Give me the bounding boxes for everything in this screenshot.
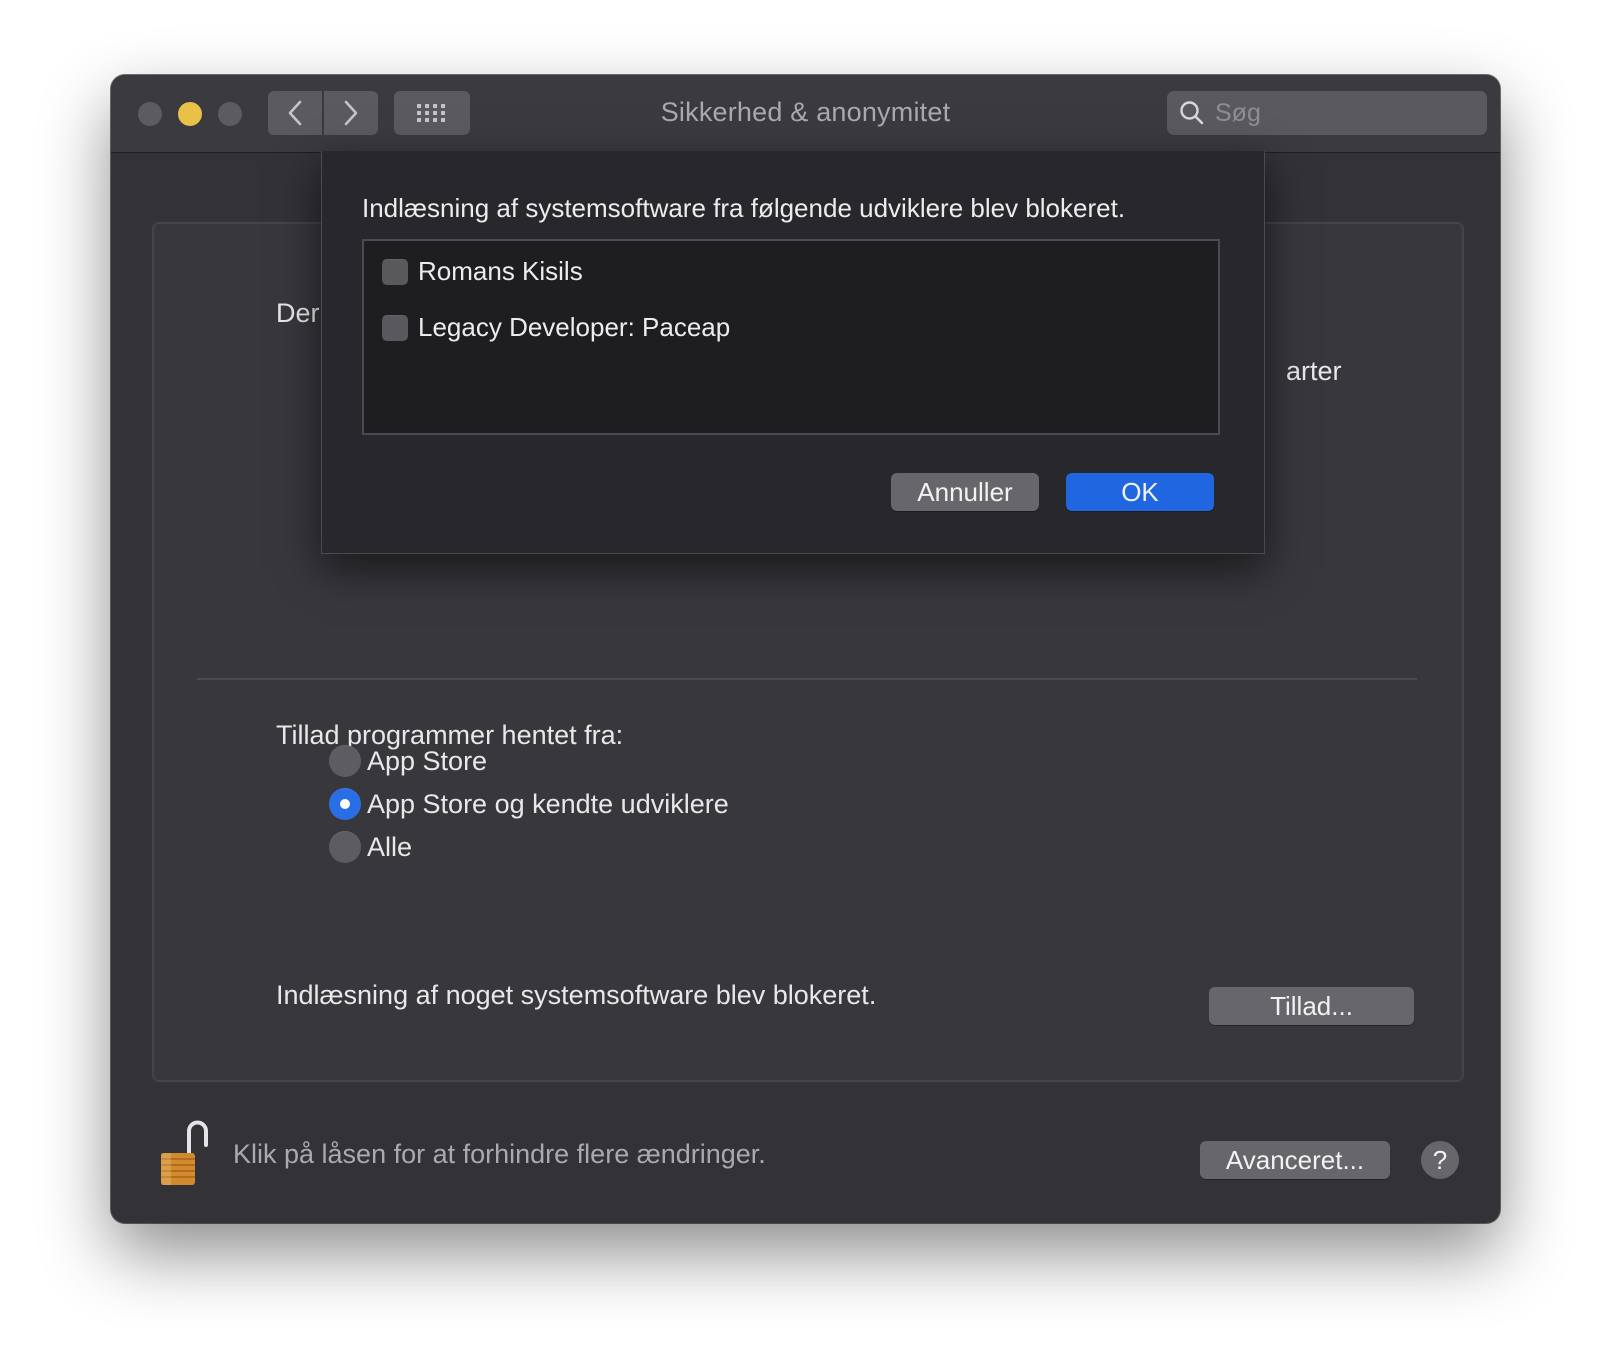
allow-button[interactable]: Tillad... bbox=[1209, 987, 1414, 1025]
titlebar: Sikkerhed & anonymitet bbox=[111, 75, 1500, 153]
search-icon bbox=[1179, 100, 1205, 126]
radio-button[interactable] bbox=[329, 831, 361, 863]
help-button[interactable]: ? bbox=[1421, 1141, 1459, 1179]
developer-label: Legacy Developer: Paceap bbox=[418, 312, 731, 342]
developer-checkbox[interactable] bbox=[382, 258, 408, 285]
search-input[interactable] bbox=[1213, 97, 1477, 129]
obscured-text-right: arter bbox=[1286, 356, 1342, 386]
developer-label: Romans Kisils bbox=[418, 256, 583, 286]
lock-hint-text: Klik på låsen for at forhindre flere ænd… bbox=[233, 1139, 766, 1169]
radio-app-store[interactable]: App Store bbox=[329, 745, 487, 777]
radio-anywhere[interactable]: Alle bbox=[329, 831, 412, 863]
developer-list: Romans Kisils Legacy Developer: Paceap bbox=[362, 239, 1220, 435]
developer-checkbox[interactable] bbox=[382, 314, 408, 341]
sheet-title: Indlæsning af systemsoftware fra følgend… bbox=[362, 193, 1126, 223]
blocked-developers-sheet: Indlæsning af systemsoftware fra følgend… bbox=[321, 151, 1265, 554]
radio-label: Alle bbox=[367, 831, 413, 862]
radio-label: App Store bbox=[367, 745, 488, 776]
lock-open-icon[interactable] bbox=[159, 1119, 219, 1189]
section-divider bbox=[197, 678, 1417, 680]
preferences-window: Sikkerhed & anonymitet Der arter Tillad … bbox=[111, 75, 1500, 1223]
blocked-software-text: Indlæsning af noget systemsoftware blev … bbox=[276, 980, 877, 1010]
radio-button[interactable] bbox=[329, 745, 361, 777]
ok-button[interactable]: OK bbox=[1066, 473, 1214, 511]
advanced-button[interactable]: Avanceret... bbox=[1200, 1141, 1390, 1179]
list-item[interactable]: Romans Kisils bbox=[382, 256, 583, 287]
radio-label: App Store og kendte udviklere bbox=[367, 788, 729, 819]
obscured-text-left: Der bbox=[276, 298, 320, 328]
cancel-button[interactable]: Annuller bbox=[891, 473, 1039, 511]
radio-button[interactable] bbox=[329, 788, 361, 820]
search-field[interactable] bbox=[1167, 91, 1487, 135]
list-item[interactable]: Legacy Developer: Paceap bbox=[382, 312, 730, 343]
radio-app-store-and-identified[interactable]: App Store og kendte udviklere bbox=[329, 788, 729, 820]
